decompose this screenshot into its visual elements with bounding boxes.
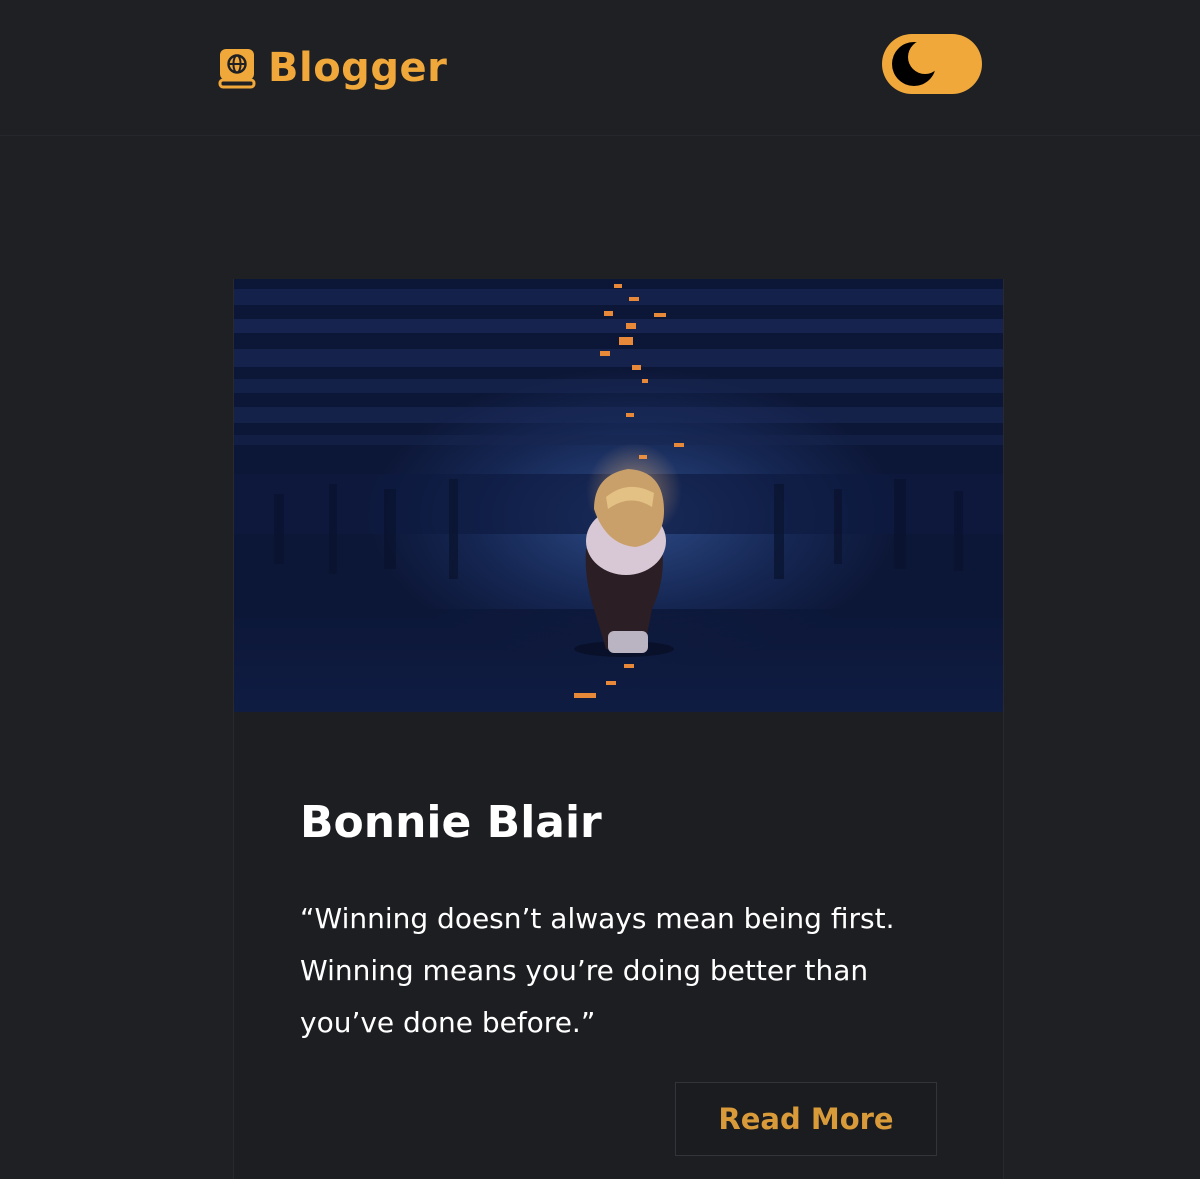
theme-toggle[interactable] [882,34,982,94]
site-logo[interactable]: Blogger [218,42,447,94]
site-header: Blogger [0,0,1200,136]
post-image [234,279,1003,712]
post-title[interactable]: Bonnie Blair [300,797,602,848]
moon-icon [890,40,942,88]
book-globe-icon [218,47,256,89]
post-card: Bonnie Blair “Winning doesn’t always mea… [233,279,1004,1179]
brand-name: Blogger [268,45,448,91]
read-more-button[interactable]: Read More [675,1082,937,1156]
post-excerpt: “Winning doesn’t always mean being first… [300,902,895,1039]
